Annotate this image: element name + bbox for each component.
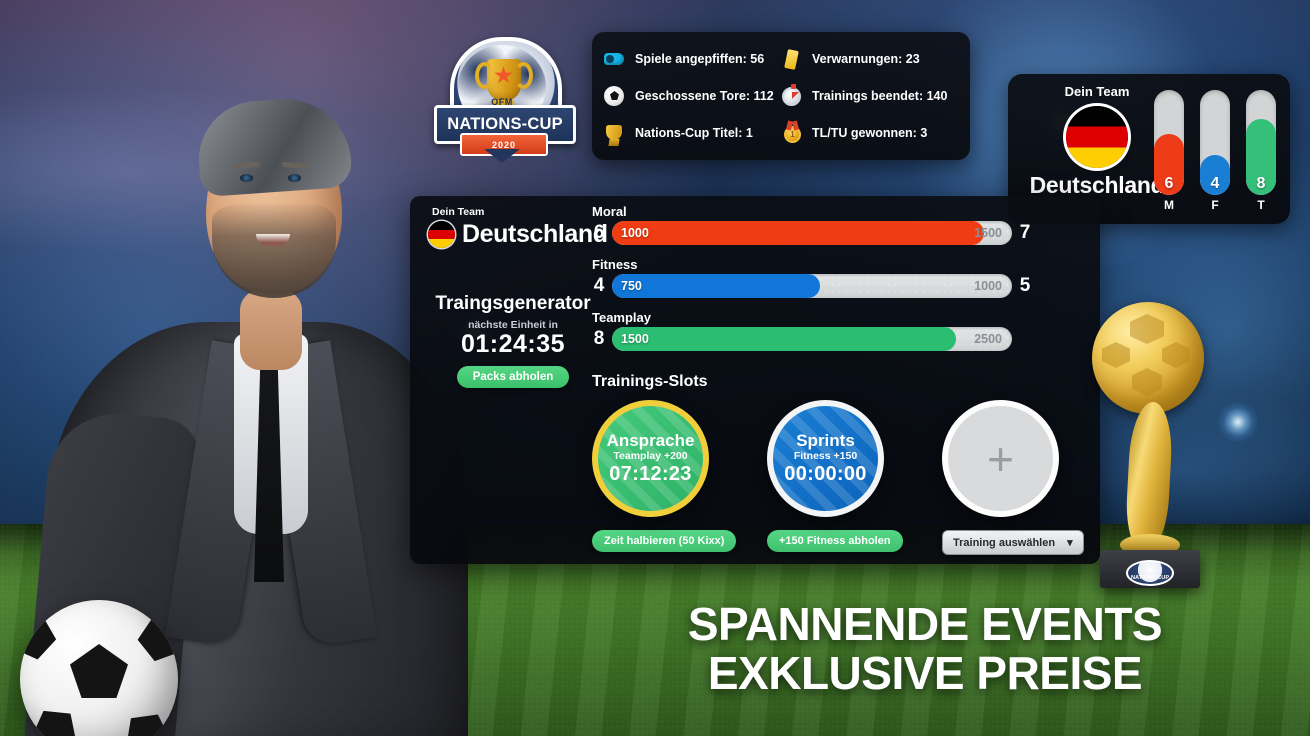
medal-icon: 1	[781, 122, 803, 144]
slot-name: Ansprache	[606, 431, 695, 450]
collect-fitness-button[interactable]: +150 Fitness abholen	[767, 530, 903, 552]
stat-label: TL/TU gewonnen: 3	[812, 126, 928, 141]
attribute-teamplay: Teamplay 8 1500 2500	[592, 310, 1092, 351]
attribute-moral: Moral 6 1000 1500 7	[592, 204, 1092, 245]
yellow-card-icon	[781, 48, 803, 70]
attribute-fitness: Fitness 4 750 1000 5	[592, 257, 1092, 298]
headline-line-2: EXKLUSIVE PREISE	[707, 646, 1143, 699]
attribute-next-level: 7	[1019, 222, 1031, 243]
attribute-bars: Moral 6 1000 1500 7 Fitness 4 750 1000 5…	[592, 204, 1092, 363]
training-slot-ansprache: Ansprache Teamplay +200 07:12:23 Zeit ha…	[592, 400, 737, 555]
slot-timer: 07:12:23	[609, 463, 692, 485]
attribute-max: 2500	[974, 332, 1002, 346]
plus-icon: +	[987, 432, 1014, 485]
team-bar-caption: F	[1211, 198, 1219, 212]
stats-panel: Spiele angepfiffen: 56 Verwarnungen: 23 …	[592, 32, 970, 160]
slot-bonus: Teamplay +200	[613, 450, 688, 462]
whistle-icon	[604, 48, 626, 70]
dashboard-team-label: Dein Team	[432, 206, 485, 218]
stat-label: Trainings beendet: 140	[812, 88, 948, 103]
trophy-icon	[604, 122, 626, 144]
dashboard-team-column: Dein Team Deutschland Traingsgenerator n…	[428, 206, 608, 388]
slot-name: Sprints	[796, 431, 855, 450]
halve-time-button[interactable]: Zeit halbieren (50 Kixx)	[592, 530, 737, 552]
team-bar-value: 8	[1256, 175, 1266, 192]
training-slot-empty: + Training auswählen ▾	[942, 400, 1084, 555]
attribute-max: 1500	[974, 226, 1002, 240]
attribute-value: 1000	[621, 226, 649, 240]
logo-year: 2020	[491, 139, 517, 150]
stat-item: 1 TL/TU gewonnen: 3	[781, 115, 958, 152]
soccer-ball-icon	[604, 85, 626, 107]
nations-cup-logo: OFM NATIONS-CUP 2020	[432, 33, 576, 163]
team-bar-value: 4	[1210, 175, 1220, 192]
training-slot-sprints: Sprints Fitness +150 00:00:00 +150 Fitne…	[767, 400, 903, 555]
attribute-name: Moral	[592, 204, 627, 219]
team-bar-teamplay: 8 T	[1246, 90, 1276, 212]
attribute-name: Fitness	[592, 257, 638, 272]
attribute-level: 4	[593, 275, 605, 296]
dropdown-label: Training auswählen	[953, 536, 1056, 549]
slot-circle[interactable]: Ansprache Teamplay +200 07:12:23	[592, 400, 709, 517]
collect-packs-button[interactable]: Packs abholen	[456, 366, 570, 388]
training-slots: Ansprache Teamplay +200 07:12:23 Zeit ha…	[592, 400, 1084, 555]
team-bar-moral: 6 M	[1154, 90, 1184, 212]
add-training-slot[interactable]: +	[942, 400, 1059, 517]
nations-cup-trophy: NATIONS CUP	[1072, 302, 1227, 588]
stat-label: Spiele angepfiffen: 56	[635, 51, 765, 66]
stat-label: Nations-Cup Titel: 1	[635, 126, 753, 141]
attribute-max: 1000	[974, 279, 1002, 293]
attribute-level: 8	[593, 328, 605, 349]
attribute-value: 750	[621, 279, 642, 293]
stat-item: Spiele angepfiffen: 56	[604, 40, 781, 77]
stopwatch-icon	[781, 83, 803, 107]
attribute-name: Teamplay	[592, 310, 652, 325]
germany-flag-icon	[428, 221, 455, 248]
slot-circle[interactable]: Sprints Fitness +150 00:00:00	[767, 400, 884, 517]
stat-item: Geschossene Tore: 112	[604, 77, 781, 114]
team-bar-caption: M	[1164, 198, 1174, 212]
team-bar-value: 6	[1164, 175, 1174, 192]
generator-countdown: 01:24:35	[460, 330, 566, 358]
stat-item: Trainings beendet: 140	[781, 77, 958, 114]
dashboard-team-name: Deutschland	[462, 220, 608, 248]
team-attribute-bars: 6 M 4 F 8 T	[1154, 90, 1276, 212]
slot-timer: 00:00:00	[784, 463, 867, 485]
stat-label: Geschossene Tore: 112	[635, 88, 774, 103]
trophy-badge: NATIONS CUP	[1126, 560, 1174, 586]
attribute-value: 1500	[621, 332, 649, 346]
promo-banner: OFM NATIONS-CUP 2020 Spiele angepfiffen:…	[0, 0, 1310, 736]
attribute-level: 6	[593, 222, 605, 243]
stat-label: Verwarnungen: 23	[812, 51, 920, 66]
soccer-ball-prop	[20, 600, 178, 736]
germany-flag-icon	[1066, 106, 1128, 168]
stat-item: Nations-Cup Titel: 1	[604, 115, 781, 152]
logo-title: NATIONS-CUP	[447, 115, 563, 133]
slots-title: Trainings-Slots	[592, 373, 708, 390]
team-panel-country: Deutschland	[1029, 172, 1165, 198]
team-panel-label: Dein Team	[1064, 84, 1130, 99]
team-bar-caption: T	[1257, 198, 1265, 212]
attribute-next-level: 5	[1019, 275, 1031, 296]
training-generator-title: Traingsgenerator	[435, 293, 591, 314]
stat-item: Verwarnungen: 23	[781, 40, 958, 77]
promo-headline: SPANNENDE EVENTS EXKLUSIVE PREISE	[655, 600, 1195, 698]
training-select-dropdown[interactable]: Training auswählen ▾	[942, 530, 1084, 555]
team-bar-fitness: 4 F	[1200, 90, 1230, 212]
headline-line-1: SPANNENDE EVENTS	[687, 598, 1163, 650]
slot-bonus: Fitness +150	[793, 450, 858, 462]
